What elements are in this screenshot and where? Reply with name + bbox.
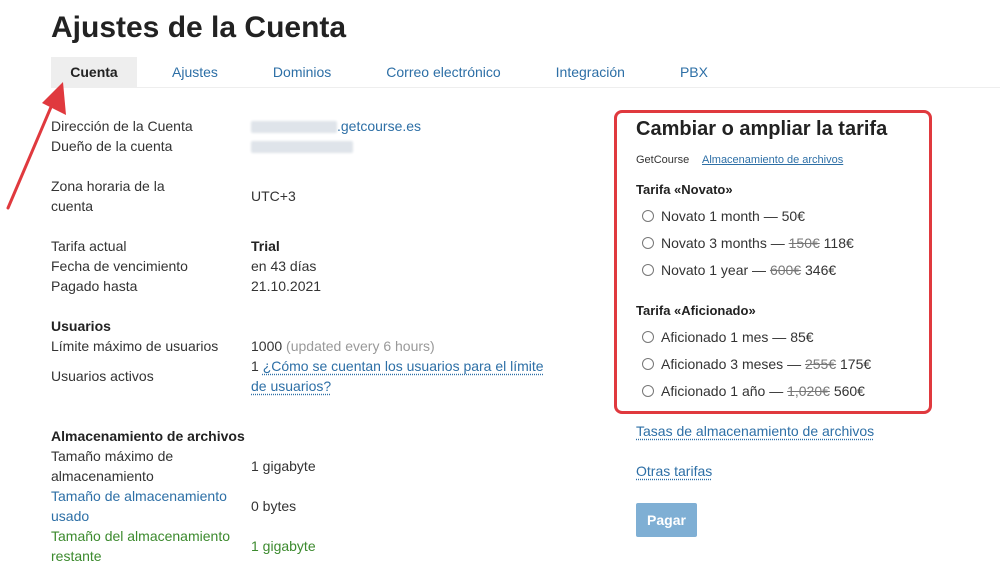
active-users-count: 1 [251,358,259,374]
storage-section-title: Almacenamiento de archivos [51,428,245,444]
option-old-price: 150€ [788,235,820,251]
option-old-price: 1,020€ [787,383,830,399]
page-title: Ajustes de la Cuenta [51,11,347,44]
users-section-title: Usuarios [51,318,111,334]
pay-button[interactable]: Pagar [636,503,697,537]
current-plan-value: Trial [251,238,280,254]
radio-button-icon[interactable] [642,210,654,222]
account-address-value: .getcourse.es [251,116,421,136]
tab-pbx[interactable]: PBX [660,57,728,87]
user-limit-note: (updated every 6 hours) [286,338,435,354]
option-label: Novato 1 year — [661,262,767,278]
getcourse-subtab[interactable]: GetCourse [636,154,689,166]
option-label: Aficionado 3 meses — [661,356,802,372]
other-plans-link[interactable]: Otras tarifas [636,463,712,479]
storage-max-value: 1 gigabyte [251,458,316,474]
option-price: 85€ [790,329,814,345]
user-limit-value: 1000 (updated every 6 hours) [251,336,435,356]
active-users-value: 1 ¿Cómo se cuentan los usuarios para el … [251,356,561,396]
paid-until-label: Pagado hasta [51,278,138,294]
plan-option-aficionado-1m[interactable]: Aficionado 1 mes — 85€ [642,327,814,347]
storage-remaining-value: 1 gigabyte [251,538,316,554]
user-count-help-link[interactable]: ¿Cómo se cuentan los usuarios para el lí… [251,358,544,394]
expiry-label: Fecha de vencimiento [51,258,188,274]
account-owner-label: Dueño de la cuenta [51,138,173,154]
option-old-price: 600€ [769,262,802,278]
plan-change-title: Cambiar o ampliar la tarifa [636,118,888,140]
timezone-value: UTC+3 [251,188,296,204]
account-owner-value [251,136,353,156]
storage-max-label: Tamaño máximo de almacenamiento [51,448,174,484]
expiry-value: en 43 días [251,258,317,274]
tabs-divider [51,87,1000,88]
plan-option-aficionado-1y[interactable]: Aficionado 1 año — 1,020€ 560€ [642,381,865,401]
option-price: 560€ [833,383,865,399]
option-label: Novato 3 months — [661,235,785,251]
radio-button-icon[interactable] [642,237,654,249]
storage-used-label: Tamaño de almacenamiento usado [51,488,227,524]
tab-ajustes[interactable]: Ajustes [152,57,238,87]
account-address-label: Dirección de la Cuenta [51,118,193,134]
tab-correo[interactable]: Correo electrónico [366,57,520,87]
plan-option-novato-3m[interactable]: Novato 3 months — 150€ 118€ [642,233,854,253]
paid-until-value: 21.10.2021 [251,278,322,294]
option-price: 346€ [805,262,837,278]
option-label: Aficionado 1 mes — [661,329,787,345]
radio-button-icon[interactable] [642,385,654,397]
active-users-label: Usuarios activos [51,368,154,384]
radio-button-icon[interactable] [642,331,654,343]
user-limit-number: 1000 [251,338,283,354]
novato-plan-title: Tarifa «Novato» [636,182,733,197]
option-price: 118€ [823,235,854,251]
redacted-block [251,121,337,134]
timezone-label: Zona horaria de la cuenta [51,178,165,214]
aficionado-plan-title: Tarifa «Aficionado» [636,303,756,318]
user-limit-label: Límite máximo de usuarios [51,338,219,354]
option-old-price: 255€ [804,356,837,372]
option-price: 175€ [840,356,872,372]
option-label: Novato 1 month — [661,208,778,224]
storage-subtab-link[interactable]: Almacenamiento de archivos [702,154,843,166]
tab-bar: Cuenta Ajustes Dominios Correo electróni… [51,57,728,87]
plan-option-aficionado-3m[interactable]: Aficionado 3 meses — 255€ 175€ [642,354,871,374]
account-domain-link[interactable]: .getcourse.es [337,118,421,134]
storage-remaining-label: Tamaño del almacenamiento restante [51,528,230,564]
storage-rates-link[interactable]: Tasas de almacenamiento de archivos [636,423,874,439]
radio-button-icon[interactable] [642,264,654,276]
plan-option-novato-1m[interactable]: Novato 1 month — 50€ [642,206,805,226]
option-label: Aficionado 1 año — [661,383,784,399]
current-plan-label: Tarifa actual [51,238,127,254]
tab-integracion[interactable]: Integración [536,57,645,87]
plan-option-novato-1y[interactable]: Novato 1 year — 600€ 346€ [642,260,836,280]
option-price: 50€ [781,208,805,224]
redacted-block [251,141,353,154]
tab-dominios[interactable]: Dominios [253,57,351,87]
storage-used-value: 0 bytes [251,498,297,514]
radio-button-icon[interactable] [642,358,654,370]
